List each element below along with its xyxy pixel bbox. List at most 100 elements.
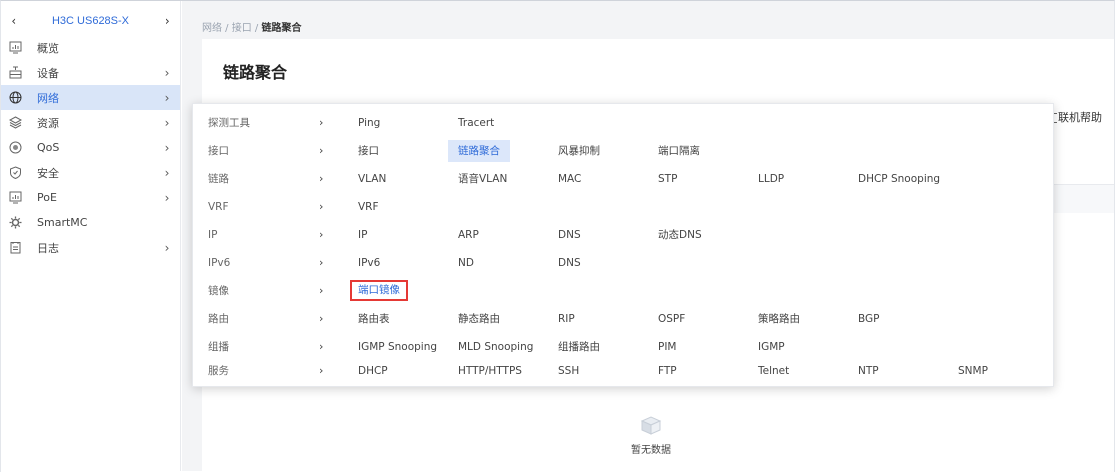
sidebar-item-poe[interactable]: PoE › [1,185,180,210]
menu-item-dns[interactable]: DNS [558,224,581,246]
shield-icon [4,166,26,179]
menu-item-stp[interactable]: STP [658,168,677,190]
menu-category: VRF [208,201,229,213]
menu-item-vrf[interactable]: VRF [358,196,379,218]
menu-category: 组播 [208,341,229,353]
gear-icon [4,216,26,229]
menu-item-static-route[interactable]: 静态路由 [458,308,500,330]
menu-row-ipv6: IPv6 › IPv6 ND DNS [193,252,1053,274]
chevron-right-icon: › [319,228,324,241]
breadcrumb-separator: / [222,23,232,34]
menu-item-ddns[interactable]: 动态DNS [658,224,702,246]
menu-item-igmp-snooping[interactable]: IGMP Snooping [358,336,437,358]
menu-row-routing: 路由 › 路由表 静态路由 RIP OSPF 策略路由 BGP [193,308,1053,330]
chevron-right-icon: › [164,190,170,205]
menu-row-vrf: VRF › VRF [193,196,1053,218]
monitor-chart-icon [4,41,26,54]
breadcrumb-item-interface[interactable]: 接口 [232,23,252,34]
menu-item-snmp[interactable]: SNMP [958,360,988,382]
sidebar-item-qos[interactable]: QoS › [1,135,180,160]
sidebar-item-label: QoS [37,141,60,154]
menu-item-vlan[interactable]: VLAN [358,168,386,190]
menu-item-storm-control[interactable]: 风暴抑制 [558,140,600,162]
layers-icon [4,116,26,129]
menu-item-dns-v6[interactable]: DNS [558,252,581,274]
menu-item-igmp[interactable]: IGMP [758,336,785,358]
menu-item-ntp[interactable]: NTP [858,360,879,382]
chevron-right-icon: › [164,65,170,80]
menu-item-dhcp[interactable]: DHCP [358,360,388,382]
sidebar-item-log[interactable]: 日志 › [1,235,180,260]
chevron-right-icon: › [319,116,324,129]
menu-item-ftp[interactable]: FTP [658,360,677,382]
chevron-right-icon: › [319,256,324,269]
network-mega-menu: 探测工具 › Ping Tracert 接口 › 接口 链路聚合 风暴抑制 端口… [192,103,1054,387]
poe-icon [4,191,26,204]
chevron-right-icon: › [164,140,170,155]
menu-item-voice-vlan[interactable]: 语音VLAN [458,168,507,190]
menu-item-link-aggregation[interactable]: 链路聚合 [448,140,510,162]
chevron-right-icon: › [319,364,324,377]
menu-item-policy-routing[interactable]: 策略路由 [758,308,800,330]
empty-text: 暂无数据 [631,445,671,456]
menu-category: 路由 [208,313,229,325]
sidebar-item-label: 安全 [37,166,59,180]
menu-item-ospf[interactable]: OSPF [658,308,685,330]
menu-row-interface: 接口 › 接口 链路聚合 风暴抑制 端口隔离 [193,140,1053,162]
globe-icon [4,91,26,104]
menu-item-mac[interactable]: MAC [558,168,581,190]
menu-item-multicast-routing[interactable]: 组播路由 [558,336,600,358]
sidebar-item-label: 设备 [37,66,59,80]
menu-item-pim[interactable]: PIM [658,336,677,358]
chevron-right-icon: › [319,200,324,213]
sidebar-item-network[interactable]: 网络 › [1,85,180,110]
menu-item-ip[interactable]: IP [358,224,367,246]
menu-item-arp[interactable]: ARP [458,224,479,246]
sidebar-item-label: 网络 [37,91,59,105]
menu-row-service: 服务 › DHCP HTTP/HTTPS SSH FTP Telnet NTP … [193,360,1053,382]
menu-item-port-mirroring[interactable]: 端口镜像 [350,280,408,301]
menu-item-bgp[interactable]: BGP [858,308,880,330]
sidebar-item-overview[interactable]: 概览 [1,35,180,60]
sidebar-item-security[interactable]: 安全 › [1,160,180,185]
menu-item-rip[interactable]: RIP [558,308,575,330]
device-icon [4,66,26,79]
menu-row-multicast: 组播 › IGMP Snooping MLD Snooping 组播路由 PIM… [193,336,1053,358]
device-switcher: ‹ H3C US628S-X › [1,1,180,35]
menu-item-lldp[interactable]: LLDP [758,168,784,190]
menu-item-interface[interactable]: 接口 [358,140,379,162]
sidebar-item-label: 概览 [37,41,59,55]
menu-item-mld-snooping[interactable]: MLD Snooping [458,336,533,358]
next-device-button[interactable]: › [154,14,180,28]
menu-item-tracert[interactable]: Tracert [458,112,494,134]
menu-item-ping[interactable]: Ping [358,112,380,134]
menu-row-mirror: 镜像 › 端口镜像 [193,280,1053,302]
menu-item-telnet[interactable]: Telnet [758,360,789,382]
online-help-link[interactable]: 联机帮助 [1049,109,1102,125]
device-name[interactable]: H3C US628S-X [27,15,155,27]
breadcrumb-current: 链路聚合 [261,23,302,34]
menu-item-dhcp-snooping[interactable]: DHCP Snooping [858,168,940,190]
menu-item-routing-table[interactable]: 路由表 [358,308,390,330]
qos-icon [4,141,26,154]
breadcrumb-item-network[interactable]: 网络 [202,23,222,34]
sidebar-item-smartmc[interactable]: SmartMC [1,210,180,235]
empty-state: 暂无数据 [626,415,676,456]
breadcrumb: 网络 / 接口 / 链路聚合 [202,19,301,34]
menu-item-nd[interactable]: ND [458,252,474,274]
chevron-right-icon: › [319,312,324,325]
sidebar-item-resource[interactable]: 资源 › [1,110,180,135]
chevron-right-icon: › [164,240,170,255]
sidebar-item-label: 资源 [37,116,59,130]
menu-category: 服务 [208,365,229,377]
chevron-right-icon: › [319,284,324,297]
menu-row-probe: 探测工具 › Ping Tracert [193,112,1053,134]
menu-category: 镜像 [208,285,229,297]
menu-item-http-https[interactable]: HTTP/HTTPS [458,360,522,382]
menu-item-ipv6[interactable]: IPv6 [358,252,380,274]
prev-device-button[interactable]: ‹ [1,14,27,28]
sidebar-item-label: 日志 [37,241,59,255]
menu-item-ssh[interactable]: SSH [558,360,579,382]
menu-item-port-isolation[interactable]: 端口隔离 [658,140,700,162]
sidebar-item-device[interactable]: 设备 › [1,60,180,85]
